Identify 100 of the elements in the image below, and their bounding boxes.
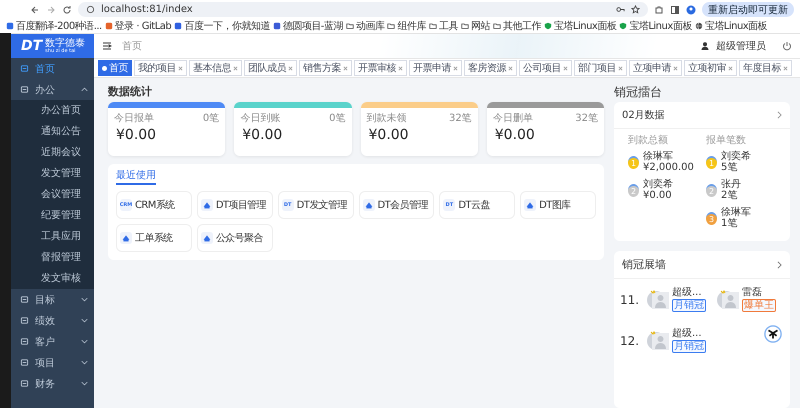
page-tab[interactable]: 首页 [98,60,132,76]
chevron-icon [81,360,88,365]
panel-title: 销冠展墙 [622,257,666,272]
app-icon [120,232,132,244]
app-shortcut[interactable]: DT图库 [520,191,596,219]
power-icon[interactable] [782,41,792,51]
chevron-right-icon[interactable] [777,111,782,119]
close-icon[interactable] [453,66,458,70]
address-bar[interactable]: localhost:81/index [78,2,648,17]
medal-icon: 1 [706,156,717,168]
bookmark[interactable]: 德圆项目-蓝湖 [272,19,343,33]
bookmark[interactable]: 登录 · GitLab [104,19,172,33]
page-tab[interactable]: 我的项目 [134,60,187,76]
chevron-right-icon[interactable] [777,260,782,268]
avatar-icon [646,330,670,350]
bookmark[interactable]: 其他工作 [492,19,541,33]
submenu-item[interactable]: 通知公告 [11,121,94,142]
submenu-item[interactable]: 会议管理 [11,184,94,205]
close-icon[interactable] [288,66,293,70]
menu-item[interactable]: 项目 [11,352,94,373]
reload-icon[interactable] [62,4,72,14]
close-icon[interactable] [673,66,678,70]
page-tab[interactable]: 销售方案 [299,60,352,76]
page-tab[interactable]: 年度目标 [739,60,792,76]
stat-amount: ¥0.00 [494,126,536,145]
close-icon[interactable] [343,66,348,70]
menu-icon [20,64,29,73]
submenu-item[interactable]: 督报管理 [11,247,94,268]
menu-item[interactable]: 绩效 [11,310,94,331]
menu-icon[interactable] [102,41,112,51]
user-name[interactable]: 超级管理员 [716,39,766,53]
submenu-item[interactable]: 发文管理 [11,163,94,184]
page-tab[interactable]: 客房资源 [464,60,517,76]
bookmark[interactable]: 网站 [460,19,490,33]
app-shortcut[interactable]: 工单系统 [116,224,192,252]
bookmark[interactable]: 百度一下，你就知道 [174,19,270,33]
menu-item[interactable]: 首页 [11,58,94,79]
page-tab[interactable]: 基本信息 [189,60,242,76]
person-name: 张丹 [721,179,741,190]
bookmark[interactable]: 组件库 [387,19,426,33]
bookmark[interactable]: 宝塔Linux面板 [619,19,692,33]
page-tab[interactable]: 开票申请 [409,60,462,76]
bookmark[interactable]: 动画库 [346,19,384,33]
assistant-icon[interactable] [764,325,782,343]
shield-icon [544,22,552,30]
app-icon [362,199,374,211]
star-icon[interactable] [631,5,640,14]
stat-count: 32笔 [575,112,598,125]
bookmark[interactable]: 工具 [428,19,458,33]
page-tab[interactable]: 团队成员 [244,60,297,76]
extension-icon[interactable] [654,4,664,14]
menu-icon [20,295,29,304]
page-tab[interactable]: 部门项目 [574,60,627,76]
app-shortcut[interactable]: DT会员管理 [358,191,434,219]
title-badge: 月销冠 [672,340,706,353]
submenu-item[interactable]: 办公首页 [11,100,94,121]
key-icon[interactable] [616,5,625,14]
close-icon[interactable] [508,66,513,70]
avatar-icon [716,290,740,310]
bookmark[interactable]: 宝塔Linux面板 [694,19,768,33]
person-value: ¥0.00 [643,190,673,201]
close-icon[interactable] [783,66,788,70]
submenu-item[interactable]: 纪要管理 [11,205,94,226]
sidebar-toggle-icon[interactable] [670,4,680,14]
close-icon[interactable] [563,66,568,70]
bookmark[interactable]: 宝塔Linux面板 [544,19,616,33]
site-info-icon[interactable] [86,5,95,14]
page-tab[interactable]: 立项初审 [684,60,737,76]
page-tab[interactable]: 开票审核 [354,60,407,76]
page-tab[interactable]: 公司项目 [519,60,572,76]
recent-tab[interactable]: 最近使用 [116,168,156,185]
update-button[interactable]: 重新启动即可更新 [702,2,794,17]
submenu-item[interactable]: 近期会议 [11,142,94,163]
submenu-item[interactable]: 发文审核 [11,268,94,289]
close-icon[interactable] [728,66,733,70]
page-tab[interactable]: 立项申请 [629,60,682,76]
close-icon[interactable] [398,66,403,70]
app-shortcut[interactable]: DT项目管理 [196,191,273,219]
menu-item[interactable]: 财务 [11,373,94,394]
menu-item[interactable]: 目标 [11,289,94,310]
bookmark[interactable]: 百度翻译-200种语... [6,19,102,33]
person-name: 超级... [672,328,702,340]
menu-item[interactable]: 客户 [11,331,94,352]
forward-icon[interactable] [46,4,56,14]
back-icon[interactable] [30,4,40,14]
app-shortcut[interactable]: 公众号聚合 [196,224,273,252]
close-icon[interactable] [618,66,623,70]
profile-icon[interactable] [686,4,696,14]
close-icon[interactable] [178,66,183,70]
person-name: 雷磊 [742,287,762,298]
stat-label: 今日到账 [240,112,280,125]
person-value: 1笔 [721,218,738,229]
chevron-icon [81,381,88,386]
menu-item[interactable]: 办公 [11,79,94,100]
close-icon[interactable] [233,66,238,70]
folder-icon [387,22,396,30]
url-text: localhost:81/index [101,4,193,15]
stat-amount: ¥0.00 [368,126,410,145]
submenu-item[interactable]: 工具应用 [11,226,94,247]
stat-label: 今日删单 [492,112,533,125]
